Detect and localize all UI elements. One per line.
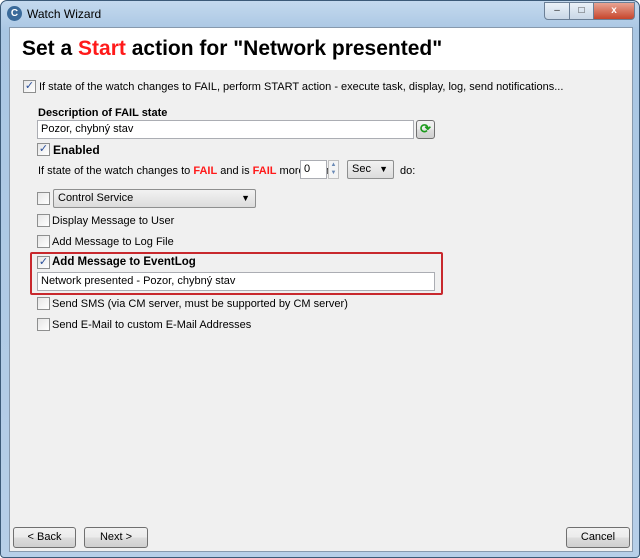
next-button[interactable]: Next > xyxy=(84,527,148,548)
sms-label: Send SMS (via CM server, must be support… xyxy=(52,298,348,310)
close-button[interactable]: x xyxy=(593,2,635,20)
unit-select[interactable]: Sec ▼ xyxy=(347,160,394,179)
main-option-label: If state of the watch changes to FAIL, p… xyxy=(39,81,564,93)
wizard-body: Set a Start action for "Network presente… xyxy=(9,27,633,552)
window-title: Watch Wizard xyxy=(27,7,102,21)
header: Set a Start action for "Network presente… xyxy=(10,28,632,70)
display-message-label: Display Message to User xyxy=(52,215,175,227)
do-label: do: xyxy=(400,165,416,177)
enabled-checkbox[interactable]: ✓ xyxy=(37,143,50,156)
window: C Watch Wizard – □ x Set a Start action … xyxy=(0,0,640,558)
email-label: Send E-Mail to custom E-Mail Addresses xyxy=(52,319,252,331)
control-service-checkbox[interactable] xyxy=(37,192,50,205)
description-label: Description of FAIL state xyxy=(38,107,168,119)
cancel-button[interactable]: Cancel xyxy=(566,527,630,548)
sms-checkbox[interactable] xyxy=(37,297,50,310)
eventlog-checkbox[interactable]: ✓ xyxy=(37,256,50,269)
page-title: Set a Start action for "Network presente… xyxy=(22,37,443,60)
log-file-label: Add Message to Log File xyxy=(52,236,174,248)
back-button[interactable]: < Back xyxy=(13,527,76,548)
eventlog-label: Add Message to EventLog xyxy=(52,256,196,268)
email-checkbox[interactable] xyxy=(37,318,50,331)
maximize-button[interactable]: □ xyxy=(569,2,594,20)
app-icon: C xyxy=(7,6,22,21)
enabled-label: Enabled xyxy=(53,143,100,157)
main-option-checkbox[interactable]: ✓ xyxy=(23,80,36,93)
control-service-select[interactable]: Control Service ▼ xyxy=(53,189,256,208)
threshold-spinner[interactable]: ▲ ▼ xyxy=(328,160,339,179)
chevron-down-icon: ▼ xyxy=(241,193,250,203)
display-message-checkbox[interactable] xyxy=(37,214,50,227)
chevron-down-icon: ▼ xyxy=(379,164,388,174)
minimize-button[interactable]: – xyxy=(544,2,570,20)
threshold-input[interactable]: 0 xyxy=(300,160,327,179)
log-file-checkbox[interactable] xyxy=(37,235,50,248)
condition-text: If state of the watch changes to FAIL an… xyxy=(38,165,329,177)
eventlog-input[interactable]: Network presented - Pozor, chybný stav xyxy=(37,272,435,291)
refresh-icon[interactable]: ⟳ xyxy=(416,120,435,139)
description-input[interactable]: Pozor, chybný stav xyxy=(37,120,414,139)
